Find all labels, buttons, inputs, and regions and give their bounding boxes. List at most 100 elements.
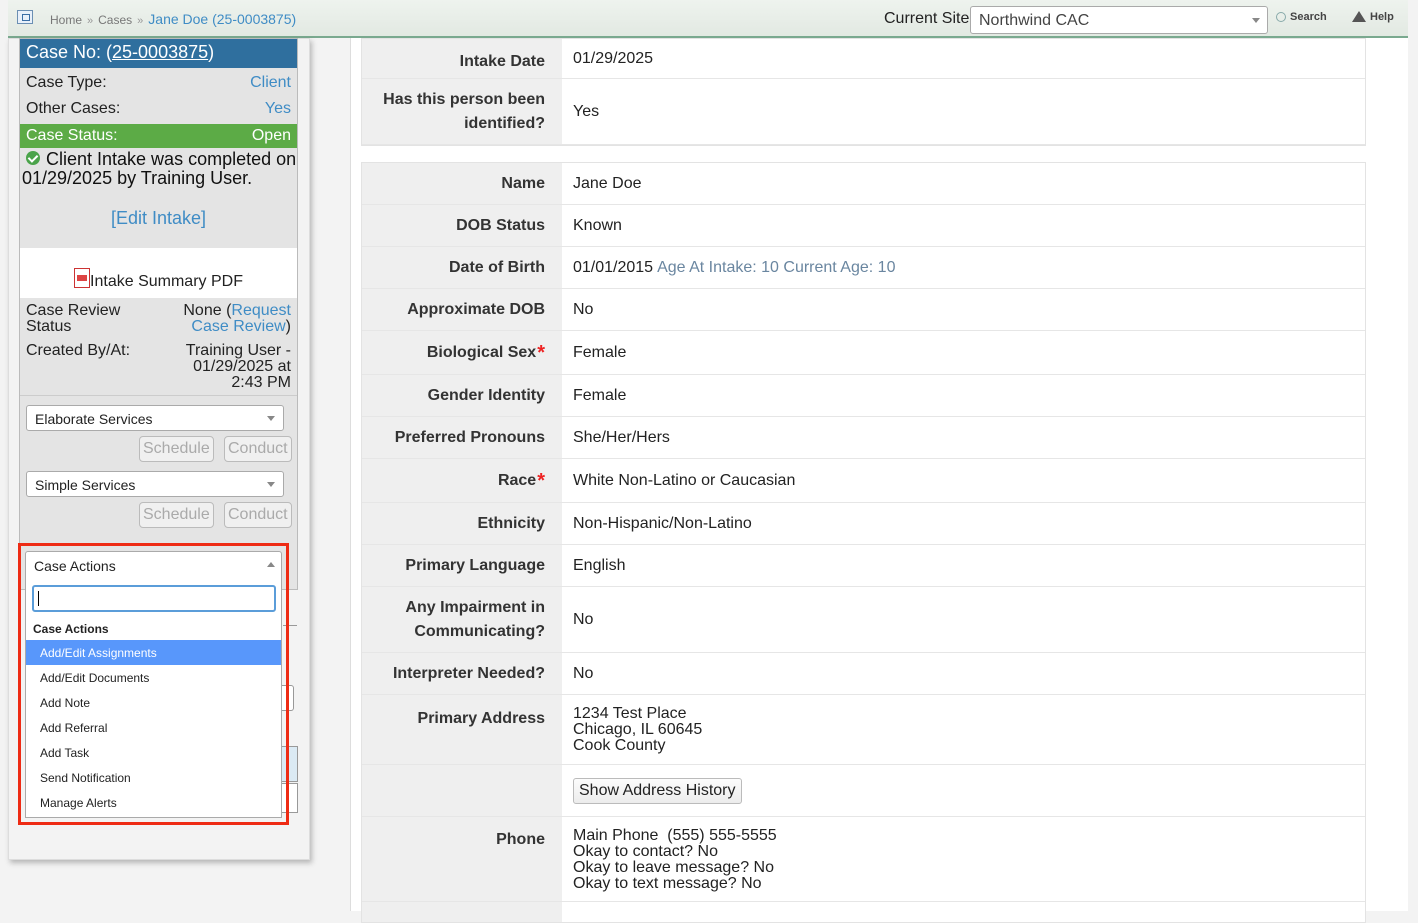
gender-value: Female (573, 386, 627, 404)
impairment-value: No (573, 610, 594, 628)
bio-sex-label: Biological Sex * (362, 331, 562, 374)
dob-status-value: Known (573, 216, 622, 234)
case-action-send-notification[interactable]: Send Notification (26, 765, 281, 790)
identified-label: Has this person been identified? (362, 79, 562, 144)
demographics-card: Name Jane Doe DOB Status Known Date of B… (361, 162, 1366, 923)
language-value: English (573, 556, 626, 574)
identified-value: Yes (573, 102, 600, 120)
case-action-add-note[interactable]: Add Note (26, 690, 281, 715)
breadcrumb-cases[interactable]: Cases (98, 13, 132, 27)
dob-status-label: DOB Status (362, 205, 562, 246)
conduct-button[interactable]: Conduct (224, 436, 292, 462)
form-row: DOB Status Known (362, 205, 1365, 247)
address-line: 1234 Test Place (573, 705, 687, 722)
breadcrumb-separator: » (87, 15, 94, 27)
simple-services-select[interactable]: Simple Services (26, 471, 284, 497)
form-row: Name Jane Doe (362, 163, 1365, 205)
pronouns-label: Preferred Pronouns (362, 417, 562, 458)
top-bar: Home » Cases » Jane Doe (25-0003875) Current… (8, 0, 1408, 38)
language-label: Primary Language (362, 545, 562, 586)
address-line: Chicago, IL 60645 (573, 721, 703, 738)
dob-date: 01/01/2015 (573, 258, 654, 276)
address-history-cell: Show Address History (562, 765, 1365, 816)
case-number-header: Case No: (25-0003875) (20, 39, 297, 68)
edit-intake-link[interactable]: [Edit Intake] (20, 208, 297, 248)
intake-date-label: Intake Date (362, 39, 562, 78)
case-action-add-task[interactable]: Add Task (26, 740, 281, 765)
divider (20, 395, 297, 396)
case-review-none: None ( (183, 302, 232, 319)
other-cases-label: Other Cases: (26, 100, 121, 117)
approx-dob-value: No (573, 300, 594, 318)
other-cases-row: Other Cases: Yes (20, 96, 297, 122)
ethnicity-value: Non-Hispanic/Non-Latino (573, 514, 752, 532)
show-address-history-button[interactable]: Show Address History (573, 777, 742, 804)
case-action-manage-alerts[interactable]: Manage Alerts (26, 790, 281, 815)
case-number-link[interactable]: 25-0003875 (112, 42, 208, 62)
name-value: Jane Doe (573, 174, 642, 192)
form-row: Ethnicity Non-Hispanic/Non-Latino (362, 503, 1365, 545)
conduct-button[interactable]: Conduct (224, 502, 292, 528)
elaborate-services-select[interactable]: Elaborate Services (26, 405, 284, 431)
created-row: Created By/At: Training User - 01/29/202… (20, 340, 297, 394)
phone-line: Main Phone (555) 555-5555 (573, 827, 777, 844)
other-cases-link[interactable]: Yes (265, 100, 291, 118)
schedule-button[interactable]: Schedule (139, 502, 214, 528)
phone-line: Okay to leave message? No (573, 859, 774, 876)
interpreter-label: Interpreter Needed? (362, 653, 562, 694)
case-type-link[interactable]: Client (250, 74, 291, 92)
breadcrumb-home[interactable]: Home (50, 13, 82, 27)
chevron-down-icon (267, 416, 275, 421)
search-label: Search (1290, 11, 1327, 23)
case-action-add-edit-documents[interactable]: Add/Edit Documents (26, 665, 281, 690)
form-row (362, 902, 1365, 922)
form-row: Show Address History (362, 765, 1365, 817)
race-label: Race * (362, 459, 562, 502)
interpreter-value: No (573, 664, 594, 682)
help-link[interactable]: Help (1352, 11, 1394, 23)
bio-sex-value: Female (573, 343, 627, 361)
case-status-row: Case Status: Open (20, 124, 297, 148)
case-actions-select[interactable]: Case Actions (25, 551, 282, 579)
chevron-down-icon (1252, 18, 1260, 23)
case-number-prefix: Case No: ( (26, 42, 113, 62)
case-status-value: Open (251, 127, 291, 144)
case-review-label: Case Review Status (26, 302, 121, 335)
schedule-button[interactable]: Schedule (139, 436, 214, 462)
phone-value: Main Phone (555) 555-5555 Okay to contac… (562, 817, 1365, 901)
blank-label (362, 902, 562, 922)
dob-value: 01/01/2015 Age At Intake: 10 Current Age:… (562, 247, 1365, 288)
form-row: Approximate DOB No (362, 289, 1365, 331)
case-actions-list: Add/Edit Assignments Add/Edit Documents … (26, 640, 281, 815)
current-site-label: Current Site (884, 10, 970, 27)
address-line: Cook County (573, 737, 666, 754)
pronouns-value: She/Her/Hers (573, 428, 670, 446)
pdf-icon (74, 268, 91, 288)
chevron-up-icon (267, 562, 275, 567)
case-type-row: Case Type: Client (20, 70, 297, 96)
intake-summary-pdf[interactable]: Intake Summary PDF (20, 248, 297, 298)
case-action-add-edit-assignments[interactable]: Add/Edit Assignments (26, 640, 281, 665)
help-icon (1352, 11, 1366, 22)
case-summary: Case No: (25-0003875) Case Type: Client … (19, 38, 298, 590)
current-site-select[interactable]: Northwind CAC (970, 6, 1268, 34)
dob-label: Date of Birth (362, 247, 562, 288)
case-actions-value: Case Actions (34, 558, 116, 574)
blank-value (562, 902, 1365, 922)
case-action-add-referral[interactable]: Add Referral (26, 715, 281, 740)
intake-card: Intake Date 01/29/2025 Has this person b… (361, 38, 1366, 146)
collapse-panel-icon[interactable] (17, 10, 33, 24)
blank-label (362, 765, 562, 816)
race-label-text: Race (497, 471, 537, 489)
form-row: Phone Main Phone (555) 555-5555 Okay to … (362, 817, 1365, 902)
search-icon (1276, 12, 1286, 22)
case-status-label: Case Status: (26, 127, 118, 144)
search-link[interactable]: Search (1276, 11, 1327, 23)
form-row: Has this person been identified? Yes (362, 79, 1365, 145)
case-number-suffix: ) (208, 42, 215, 62)
chevron-down-icon (267, 482, 275, 487)
intake-summary-pdf-label: Intake Summary PDF (90, 273, 243, 290)
case-actions-search-input[interactable] (32, 585, 276, 612)
form-row: Biological Sex * Female (362, 331, 1365, 375)
approx-dob-label: Approximate DOB (362, 289, 562, 330)
